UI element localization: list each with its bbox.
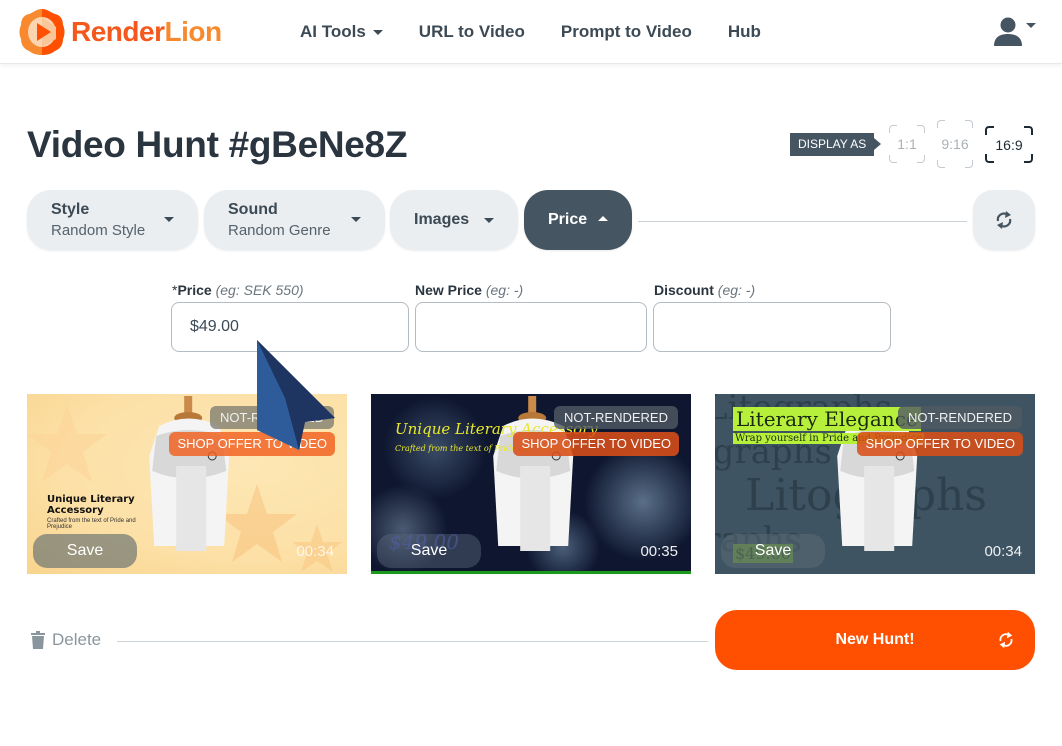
- display-as-label: DISPLAY AS: [790, 133, 882, 156]
- refresh-icon: [999, 631, 1013, 649]
- new-hunt-button[interactable]: New Hunt!: [715, 610, 1035, 670]
- render-status-badge: NOT-RENDERED: [553, 406, 678, 429]
- brand-name-render: Render: [71, 16, 165, 47]
- filter-price[interactable]: Price: [524, 190, 632, 250]
- video-headline: Unique Literary Accessory: [47, 494, 135, 516]
- brand-logo[interactable]: RenderLion: [17, 7, 222, 57]
- nav-hub[interactable]: Hub: [728, 22, 761, 42]
- filter-sound[interactable]: Sound Random Genre: [204, 190, 385, 250]
- filter-price-label: Price: [548, 211, 588, 228]
- ratio-9-16-label: 9:16: [941, 136, 969, 152]
- mouse-pointer-icon: [257, 340, 335, 450]
- nav-prompt-to-video-label: Prompt to Video: [560, 22, 692, 41]
- chevron-down-icon: [484, 218, 494, 223]
- discount-input[interactable]: [653, 302, 891, 352]
- ratio-1-1-button[interactable]: 1:1: [889, 125, 925, 163]
- divider: [117, 641, 708, 642]
- filter-style-value: Random Style: [51, 222, 146, 239]
- refresh-icon: [996, 211, 1012, 229]
- divider: [638, 221, 967, 222]
- nav-url-to-video-label: URL to Video: [418, 22, 525, 41]
- new-hunt-label: New Hunt!: [835, 631, 915, 648]
- save-video-button[interactable]: Save: [377, 534, 481, 568]
- trash-icon: [31, 631, 45, 649]
- chevron-down-icon: [351, 217, 361, 222]
- video-progress-bar[interactable]: [371, 571, 691, 574]
- filter-sound-value: Random Genre: [228, 222, 331, 239]
- video-card-3[interactable]: LitographsLitographsLitographsLitographs…: [715, 394, 1035, 574]
- user-menu-button[interactable]: [992, 16, 1036, 46]
- save-video-button[interactable]: Save: [33, 534, 137, 568]
- shop-offer-badge[interactable]: SHOP OFFER TO VIDEO: [857, 432, 1023, 456]
- video-duration: 00:34: [296, 543, 334, 560]
- shuffle-refresh-button[interactable]: [973, 190, 1035, 250]
- filter-style-label: Style: [51, 201, 90, 218]
- shop-offer-badge[interactable]: SHOP OFFER TO VIDEO: [513, 432, 679, 456]
- video-headline: Literary Elegance: [733, 407, 921, 431]
- chevron-down-icon: [372, 29, 383, 35]
- filter-images-label: Images: [414, 211, 470, 228]
- video-duration: 00:34: [984, 543, 1022, 560]
- new-price-field-label: New Price (eg: -): [415, 282, 524, 298]
- ratio-9-16-button[interactable]: 9:16: [937, 120, 973, 168]
- delete-label: Delete: [52, 630, 102, 649]
- ratio-1-1-label: 1:1: [897, 136, 917, 152]
- save-video-button[interactable]: Save: [721, 534, 825, 568]
- chevron-down-icon: [164, 217, 174, 222]
- filter-images[interactable]: Images: [390, 190, 518, 250]
- brand-name-lion: Lion: [164, 16, 222, 47]
- price-field-label: *Price (eg: SEK 550): [172, 282, 304, 298]
- user-icon: [994, 17, 1022, 46]
- video-card-2[interactable]: Unique Literary Accessory Crafted from t…: [371, 394, 691, 574]
- ratio-16-9-button[interactable]: 16:9: [985, 126, 1033, 163]
- render-status-badge: NOT-RENDERED: [897, 406, 1022, 429]
- page-title: Video Hunt #gBeNe8Z: [27, 124, 408, 165]
- filter-style[interactable]: Style Random Style: [27, 190, 198, 250]
- nav-url-to-video[interactable]: URL to Video: [419, 22, 525, 42]
- nav-ai-tools[interactable]: AI Tools: [300, 22, 383, 42]
- ratio-16-9-label: 16:9: [995, 136, 1023, 153]
- new-price-input[interactable]: [415, 302, 647, 352]
- chevron-down-icon: [1026, 23, 1036, 28]
- video-duration: 00:35: [640, 543, 678, 560]
- chevron-up-icon: [598, 216, 608, 221]
- discount-field-label: Discount (eg: -): [654, 282, 756, 298]
- nav-ai-tools-label: AI Tools: [300, 22, 366, 41]
- nav-prompt-to-video[interactable]: Prompt to Video: [561, 22, 692, 42]
- video-subline: Crafted from the text of Pride and Preju…: [47, 518, 136, 530]
- nav-hub-label: Hub: [727, 22, 761, 41]
- filter-sound-label: Sound: [228, 201, 278, 218]
- top-navbar: RenderLion AI Tools URL to Video Prompt …: [0, 0, 1062, 64]
- lion-logo-icon: [19, 9, 65, 55]
- delete-button[interactable]: Delete: [31, 630, 101, 650]
